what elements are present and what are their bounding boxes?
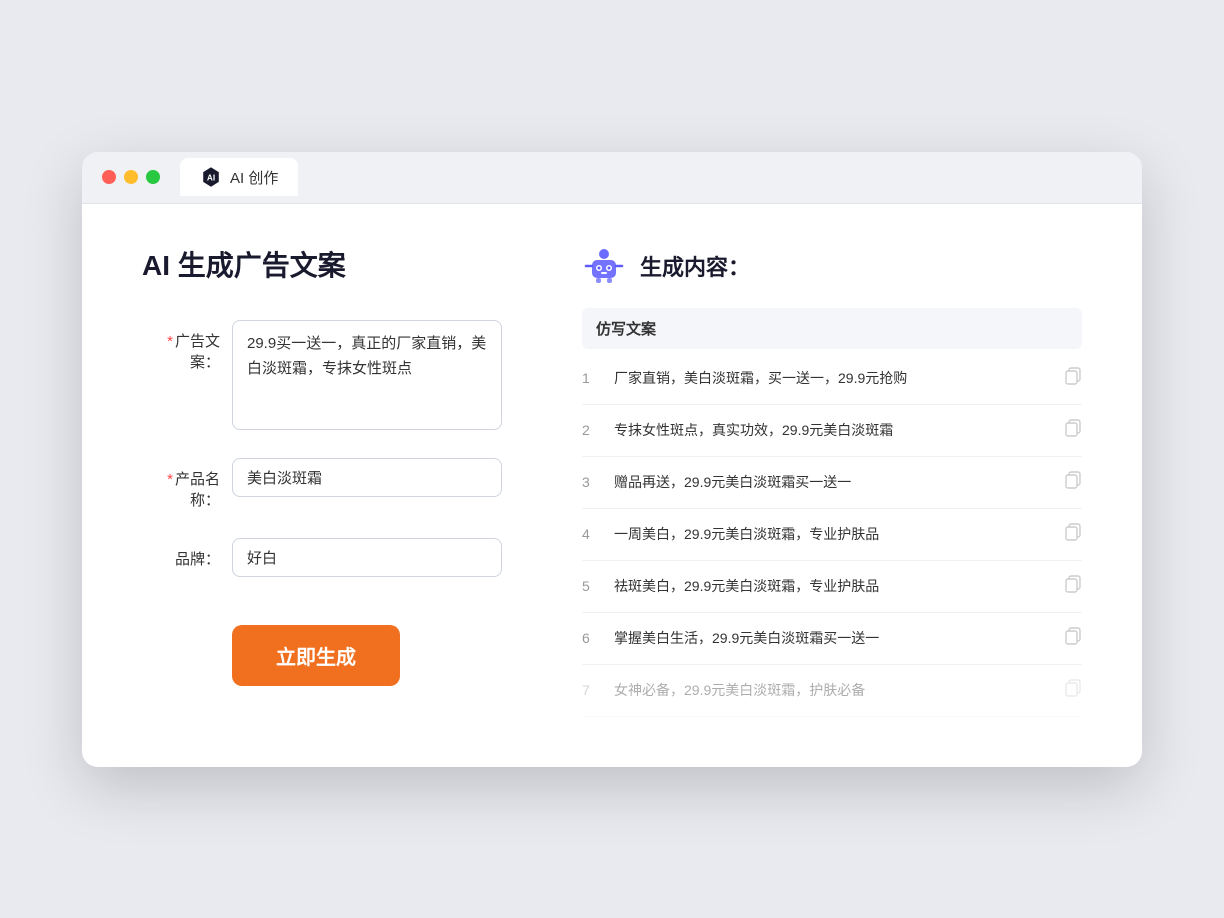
table-header: 仿写文案	[582, 308, 1082, 349]
result-title: 生成内容：	[640, 250, 750, 282]
left-panel: AI 生成广告文案 *广告文案： 29.9买一送一，真正的厂家直销，美白淡斑霜，…	[142, 244, 562, 717]
result-row: 2专抹女性斑点，真实功效，29.9元美白淡斑霜	[582, 405, 1082, 457]
copy-icon[interactable]	[1064, 367, 1082, 390]
maximize-button[interactable]	[146, 170, 160, 184]
required-star-2: *	[167, 471, 173, 488]
traffic-lights	[102, 170, 160, 184]
row-number: 1	[582, 370, 614, 386]
right-panel: 生成内容： 仿写文案 1厂家直销，美白淡斑霜，买一送一，29.9元抢购2专抹女性…	[562, 244, 1082, 717]
product-name-label: *产品名称：	[142, 458, 232, 510]
row-text: 祛斑美白，29.9元美白淡斑霜，专业护肤品	[614, 576, 1056, 597]
ai-tab-icon: AI	[200, 166, 222, 188]
brand-label: 品牌：	[142, 538, 232, 569]
ad-copy-group: *广告文案： 29.9买一送一，真正的厂家直销，美白淡斑霜，专抹女性斑点	[142, 320, 502, 430]
svg-text:AI: AI	[207, 174, 215, 183]
result-row: 4一周美白，29.9元美白淡斑霜，专业护肤品	[582, 509, 1082, 561]
brand-group: 品牌： 好白	[142, 538, 502, 577]
table-column-header: 仿写文案	[596, 321, 656, 338]
result-rows-container: 1厂家直销，美白淡斑霜，买一送一，29.9元抢购2专抹女性斑点，真实功效，29.…	[582, 353, 1082, 717]
result-row: 6掌握美白生活，29.9元美白淡斑霜买一送一	[582, 613, 1082, 665]
tab-label: AI 创作	[230, 167, 278, 188]
ai-tab[interactable]: AI AI 创作	[180, 158, 298, 196]
row-number: 7	[582, 682, 614, 698]
copy-icon[interactable]	[1064, 523, 1082, 546]
copy-icon[interactable]	[1064, 679, 1082, 702]
main-content: AI 生成广告文案 *广告文案： 29.9买一送一，真正的厂家直销，美白淡斑霜，…	[82, 204, 1142, 767]
result-header: 生成内容：	[582, 244, 1082, 288]
copy-icon[interactable]	[1064, 419, 1082, 442]
robot-icon	[582, 244, 626, 288]
row-number: 2	[582, 422, 614, 438]
row-number: 4	[582, 526, 614, 542]
row-text: 一周美白，29.9元美白淡斑霜，专业护肤品	[614, 524, 1056, 545]
product-name-group: *产品名称： 美白淡斑霜	[142, 458, 502, 510]
browser-window: AI AI 创作 AI 生成广告文案 *广告文案： 29.9买一送一，真正的厂家…	[82, 152, 1142, 767]
browser-titlebar: AI AI 创作	[82, 152, 1142, 204]
result-row: 1厂家直销，美白淡斑霜，买一送一，29.9元抢购	[582, 353, 1082, 405]
result-row: 3赠品再送，29.9元美白淡斑霜买一送一	[582, 457, 1082, 509]
minimize-button[interactable]	[124, 170, 138, 184]
row-text: 掌握美白生活，29.9元美白淡斑霜买一送一	[614, 628, 1056, 649]
brand-input[interactable]: 好白	[232, 538, 502, 577]
copy-icon[interactable]	[1064, 471, 1082, 494]
ad-copy-textarea[interactable]: 29.9买一送一，真正的厂家直销，美白淡斑霜，专抹女性斑点	[232, 320, 502, 430]
product-name-input[interactable]: 美白淡斑霜	[232, 458, 502, 497]
row-text: 女神必备，29.9元美白淡斑霜，护肤必备	[614, 680, 1056, 701]
required-star-1: *	[167, 333, 173, 350]
copy-icon[interactable]	[1064, 575, 1082, 598]
result-row: 7女神必备，29.9元美白淡斑霜，护肤必备	[582, 665, 1082, 717]
row-text: 专抹女性斑点，真实功效，29.9元美白淡斑霜	[614, 420, 1056, 441]
row-text: 赠品再送，29.9元美白淡斑霜买一送一	[614, 472, 1056, 493]
page-title: AI 生成广告文案	[142, 244, 502, 284]
result-row: 5祛斑美白，29.9元美白淡斑霜，专业护肤品	[582, 561, 1082, 613]
copy-icon[interactable]	[1064, 627, 1082, 650]
close-button[interactable]	[102, 170, 116, 184]
row-number: 3	[582, 474, 614, 490]
ad-copy-label: *广告文案：	[142, 320, 232, 372]
row-text: 厂家直销，美白淡斑霜，买一送一，29.9元抢购	[614, 368, 1056, 389]
row-number: 5	[582, 578, 614, 594]
generate-button[interactable]: 立即生成	[232, 625, 400, 686]
row-number: 6	[582, 630, 614, 646]
